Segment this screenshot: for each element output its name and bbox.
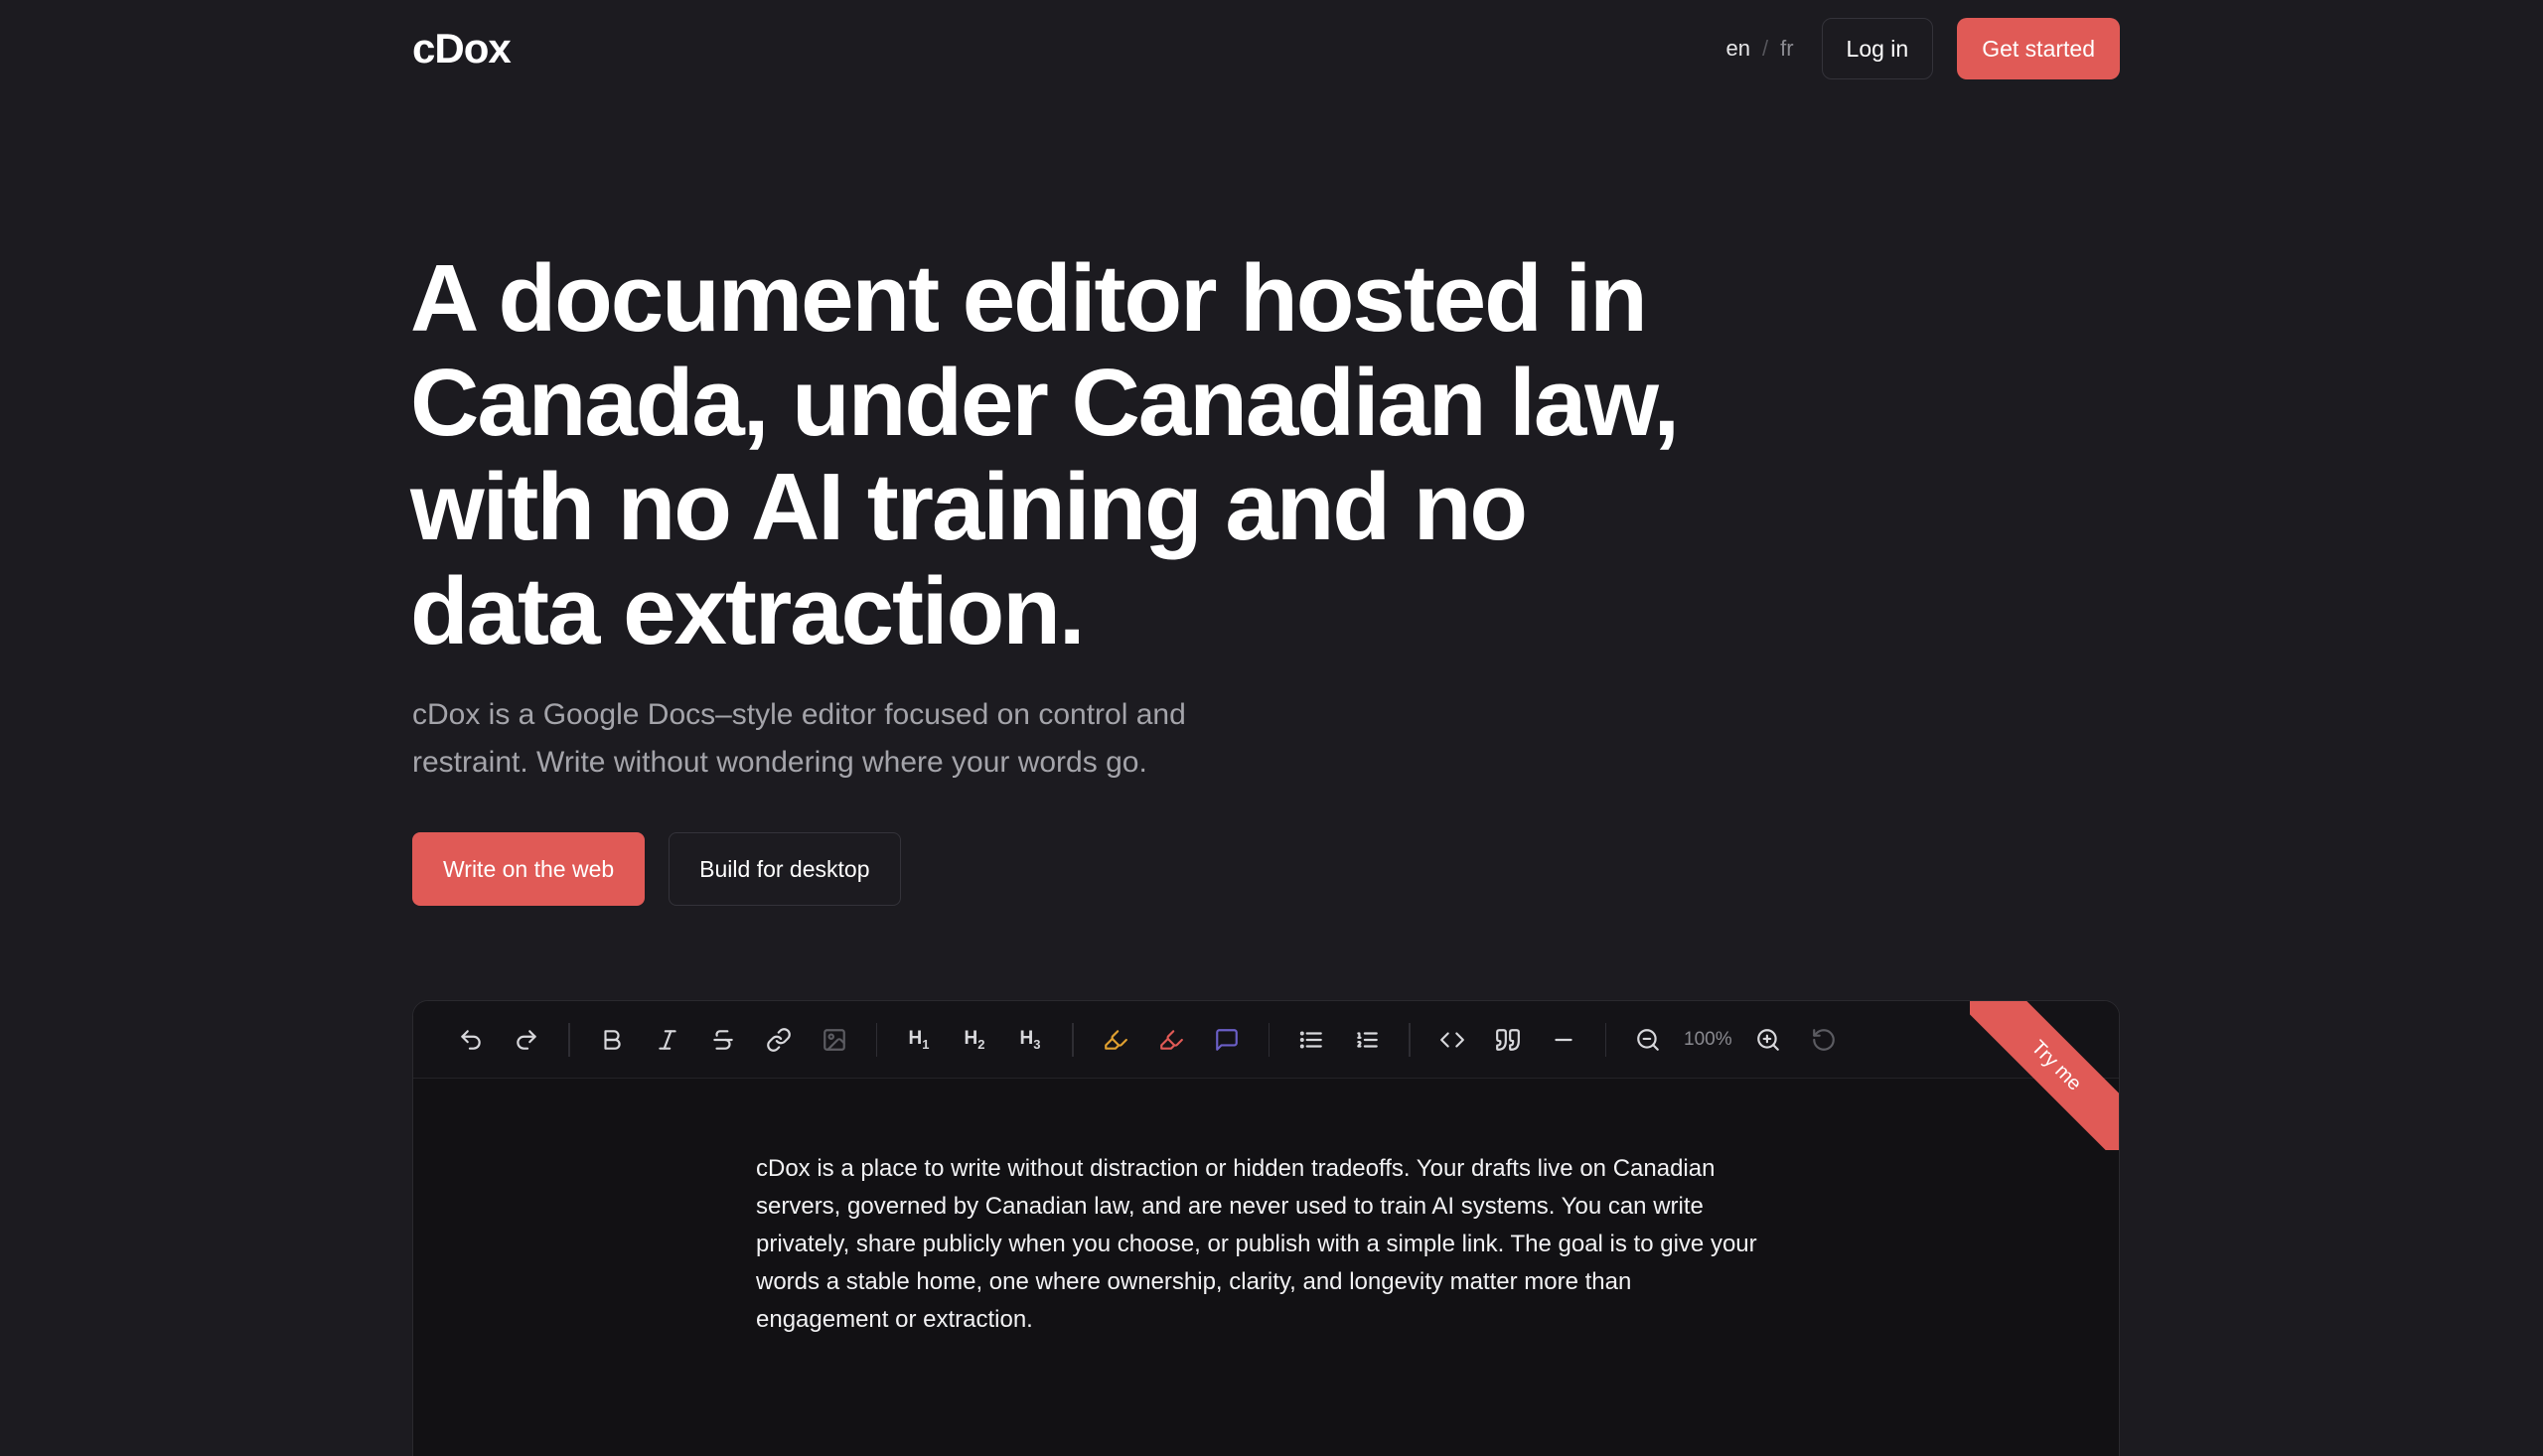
heading-letter: H <box>908 1027 923 1049</box>
try-me-ribbon[interactable]: Try me <box>1970 1001 2119 1150</box>
reset-zoom-icon[interactable] <box>1801 1017 1847 1063</box>
italic-icon[interactable] <box>645 1017 690 1063</box>
redo-icon[interactable] <box>504 1017 549 1063</box>
zoom-out-icon[interactable] <box>1625 1017 1671 1063</box>
undo-icon[interactable] <box>448 1017 494 1063</box>
hero-title: A document editor hosted in Canada, unde… <box>410 245 1680 664</box>
clear-highlight-icon[interactable] <box>1148 1017 1194 1063</box>
toolbar-divider <box>1268 1022 1270 1057</box>
heading-letter: H <box>964 1027 978 1049</box>
header-nav: en / fr Log in Get started <box>1725 18 2120 79</box>
heading-letter: H <box>1019 1027 1034 1049</box>
toolbar-divider <box>1604 1022 1606 1057</box>
build-for-desktop-button[interactable]: Build for desktop <box>669 832 901 906</box>
landing-page: cDox en / fr Log in Get started A docume… <box>0 0 2543 1456</box>
editor-document-text[interactable]: cDox is a place to write without distrac… <box>756 1150 1759 1339</box>
horizontal-rule-icon[interactable] <box>1541 1017 1586 1063</box>
toolbar-divider <box>1072 1022 1074 1057</box>
editor-toolbar: H1 H2 H3 100% <box>413 1001 2119 1079</box>
image-icon[interactable] <box>812 1017 857 1063</box>
try-me-ribbon-container: Try me <box>1970 1001 2119 1150</box>
zoom-level: 100% <box>1684 1028 1732 1050</box>
editor-demo: H1 H2 H3 100% Try me cDox is a place to … <box>412 1000 2120 1456</box>
hero-actions: Write on the web Build for desktop <box>412 832 901 906</box>
bold-icon[interactable] <box>589 1017 635 1063</box>
heading-2-button[interactable]: H2 <box>952 1017 997 1063</box>
login-button[interactable]: Log in <box>1821 18 1934 79</box>
hero-subtitle: cDox is a Google Docs–style editor focus… <box>412 698 1186 779</box>
toolbar-divider <box>875 1022 877 1057</box>
get-started-button[interactable]: Get started <box>1957 18 2120 79</box>
heading-level: 2 <box>977 1036 985 1052</box>
write-on-web-button[interactable]: Write on the web <box>412 832 646 906</box>
comment-icon[interactable] <box>1204 1017 1250 1063</box>
heading-3-button[interactable]: H3 <box>1007 1017 1053 1063</box>
heading-level: 1 <box>922 1036 930 1052</box>
highlight-icon[interactable] <box>1093 1017 1138 1063</box>
site-header: cDox en / fr Log in Get started <box>412 18 2120 79</box>
quote-icon[interactable] <box>1485 1017 1531 1063</box>
toolbar-divider <box>568 1022 570 1057</box>
language-en-link[interactable]: en <box>1725 36 1749 62</box>
language-separator: / <box>1761 36 1769 61</box>
strikethrough-icon[interactable] <box>700 1017 746 1063</box>
code-icon[interactable] <box>1429 1017 1475 1063</box>
logo[interactable]: cDox <box>412 25 512 73</box>
bullet-list-icon[interactable] <box>1288 1017 1334 1063</box>
heading-1-button[interactable]: H1 <box>896 1017 942 1063</box>
link-icon[interactable] <box>756 1017 802 1063</box>
ordered-list-icon[interactable] <box>1344 1017 1390 1063</box>
zoom-in-icon[interactable] <box>1745 1017 1791 1063</box>
language-fr-link[interactable]: fr <box>1780 36 1793 62</box>
toolbar-divider <box>1409 1022 1411 1057</box>
heading-level: 3 <box>1033 1036 1041 1052</box>
